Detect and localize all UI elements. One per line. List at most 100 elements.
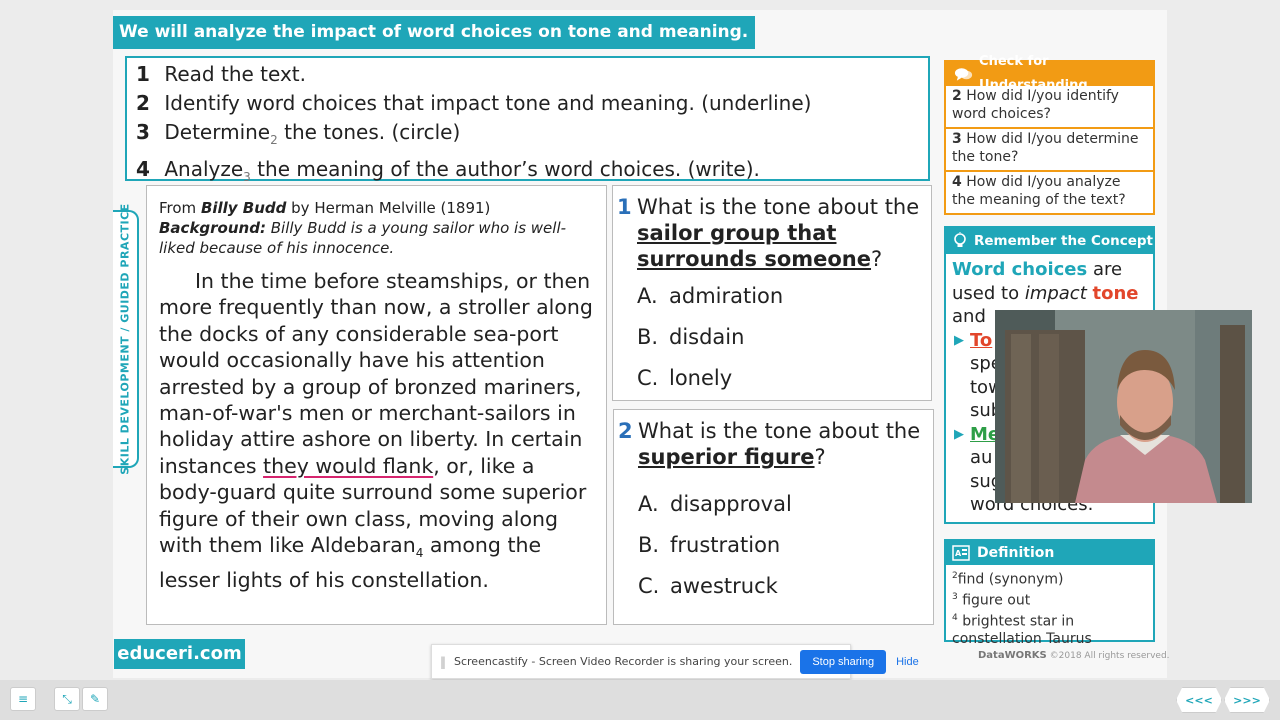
question-number: 1 xyxy=(617,195,632,219)
lesson-objective-banner: We will analyze the impact of word choic… xyxy=(113,16,755,49)
option-text: disdain xyxy=(669,325,745,349)
brand-text: educeri.com xyxy=(117,643,242,664)
share-message: Screencastify - Screen Video Recorder is… xyxy=(454,655,793,668)
dictionary-icon: A xyxy=(952,545,970,561)
question-prefix: What is the tone about the xyxy=(637,195,920,219)
bottom-toolbar xyxy=(0,680,1280,720)
question-number: 2 xyxy=(618,419,633,443)
side-tab[interactable]: SKILL DEVELOPMENT / GUIDED PRACTICE xyxy=(113,203,139,475)
option-text: frustration xyxy=(670,533,781,557)
step-3: 3 Determine2 the tones. (circle) xyxy=(136,118,919,155)
option-text: awestruck xyxy=(670,574,778,598)
background-title: Billy Budd xyxy=(270,219,347,237)
source-prefix: From xyxy=(159,199,201,217)
step-1: 1 Read the text. xyxy=(136,60,919,89)
screen-share-notification: ‖ Screencastify - Screen Video Recorder … xyxy=(431,644,919,679)
step-text: Identify word choices that impact tone a… xyxy=(164,91,812,115)
concept-sentence: Word choices are used to impact tone xyxy=(952,258,1147,305)
lightbulb-icon xyxy=(954,232,966,247)
side-tab-label: SKILL DEVELOPMENT / GUIDED PRACTICE xyxy=(118,203,132,475)
cfu-item: 4 How did I/you analyze the meaning of t… xyxy=(946,172,1153,215)
option-letter: C. xyxy=(637,366,659,390)
drag-handle-icon[interactable]: ‖ xyxy=(440,655,446,669)
check-for-understanding-box: Check for Understanding 2 How did I/you … xyxy=(944,54,1155,215)
definition-title: Definition xyxy=(977,545,1055,561)
check-for-understanding-header: Check for Understanding xyxy=(946,54,1153,93)
passage-text-part: In the time before steamships, or then m… xyxy=(159,269,593,478)
definition-item: 2find (synonym) xyxy=(952,568,1147,589)
bullet-heading: To xyxy=(970,329,993,351)
previous-label: <<< xyxy=(1185,693,1213,707)
answer-option-a[interactable]: A. disapproval xyxy=(618,484,929,525)
answer-option-b[interactable]: B. frustration xyxy=(618,525,929,566)
definition-item: 3 figure out xyxy=(952,589,1147,610)
stop-sharing-button[interactable]: Stop sharing xyxy=(800,649,887,674)
definition-number: 4 xyxy=(952,613,958,624)
hide-button[interactable]: Hide xyxy=(896,656,919,668)
answer-option-c[interactable]: C. lonely xyxy=(617,358,927,399)
cfu-text: How did I/you identify word choices? xyxy=(952,88,1119,122)
passage-background: Background: Billy Budd is a young sailor… xyxy=(159,218,594,258)
concept-impact: impact xyxy=(1024,282,1087,304)
copyright-text: ©2018 All rights reserved. xyxy=(1049,651,1170,661)
cfu-number: 4 xyxy=(952,174,962,190)
webcam-overlay xyxy=(995,310,1252,503)
step-number: 1 xyxy=(136,62,150,86)
remember-the-concept-title: Remember the Concept xyxy=(974,233,1154,249)
concept-tone: tone xyxy=(1092,282,1139,304)
underlined-word-choice: they would flank xyxy=(263,453,434,478)
next-slide-button[interactable]: >>> xyxy=(1224,687,1270,713)
source-title: Billy Budd xyxy=(200,199,287,217)
cfu-text: How did I/you analyze the meaning of the… xyxy=(952,174,1126,208)
question-prefix: What is the tone about the xyxy=(638,419,921,443)
next-label: >>> xyxy=(1233,693,1261,707)
option-text: lonely xyxy=(669,366,733,390)
step-number: 3 xyxy=(136,120,150,144)
option-letter: A. xyxy=(638,492,659,516)
step-number: 2 xyxy=(136,91,150,115)
collapse-arrows-icon[interactable]: ⤡ xyxy=(54,687,80,711)
copyright-notice: DataWORKS ©2018 All rights reserved. xyxy=(978,650,1170,661)
background-label: Background: xyxy=(159,219,266,237)
step-text-rest: the tones. (circle) xyxy=(277,120,461,144)
steps-box: 1 Read the text. 2 Identify word choices… xyxy=(125,56,930,184)
previous-slide-button[interactable]: <<< xyxy=(1176,687,1222,713)
question-2-text: 2 What is the tone about the superior fig… xyxy=(618,418,929,470)
question-1-text: 1 What is the tone about the sailor group… xyxy=(617,194,927,272)
answer-option-a[interactable]: A. admiration xyxy=(617,276,927,317)
option-letter: B. xyxy=(637,325,659,349)
remember-the-concept-header: Remember the Concept xyxy=(946,228,1153,254)
step-number: 4 xyxy=(136,157,150,181)
step-text: Read the text. xyxy=(164,62,306,86)
question-2-card: 2 What is the tone about the superior fig… xyxy=(613,409,934,625)
definition-item: 4 brightest star in constellation Taurus xyxy=(952,610,1147,649)
step-text: Determine xyxy=(164,120,271,144)
footnote-marker: 3 xyxy=(243,170,251,184)
definition-text: figure out xyxy=(962,592,1031,609)
answer-option-b[interactable]: B. disdain xyxy=(617,317,927,358)
step-2: 2 Identify word choices that impact tone… xyxy=(136,89,919,118)
question-1-card: 1 What is the tone about the sailor group… xyxy=(612,185,932,401)
cfu-text: How did I/you determine the tone? xyxy=(952,131,1139,165)
question-emphasis: sailor group that surrounds someone xyxy=(637,221,872,271)
footnote-marker: 2 xyxy=(270,133,278,147)
option-letter: A. xyxy=(637,284,658,308)
definition-text: brightest star in constellation Taurus xyxy=(952,613,1092,648)
step-text: Analyze xyxy=(164,157,244,181)
educeri-logo[interactable]: educeri.com xyxy=(114,639,245,669)
pen-icon[interactable]: ✎ xyxy=(82,687,108,711)
option-text: disapproval xyxy=(670,492,792,516)
option-text: admiration xyxy=(669,284,784,308)
menu-icon[interactable]: ≡ xyxy=(10,687,36,711)
option-letter: C. xyxy=(638,574,660,598)
speech-bubble-icon xyxy=(954,68,973,81)
answer-option-c[interactable]: C. awestruck xyxy=(618,566,929,607)
question-emphasis: superior figure xyxy=(638,445,815,469)
triangle-bullet-icon: ▶ xyxy=(954,332,964,348)
definition-box: A Definition 2find (synonym) 3 figure ou… xyxy=(944,539,1155,647)
company-logo-text: DataWORKS xyxy=(978,650,1047,661)
lesson-objective-text: We will analyze the impact of word choic… xyxy=(119,22,749,42)
concept-term: Word choices xyxy=(952,259,1088,280)
presenter-video xyxy=(995,310,1252,503)
definition-number: 3 xyxy=(952,592,958,603)
